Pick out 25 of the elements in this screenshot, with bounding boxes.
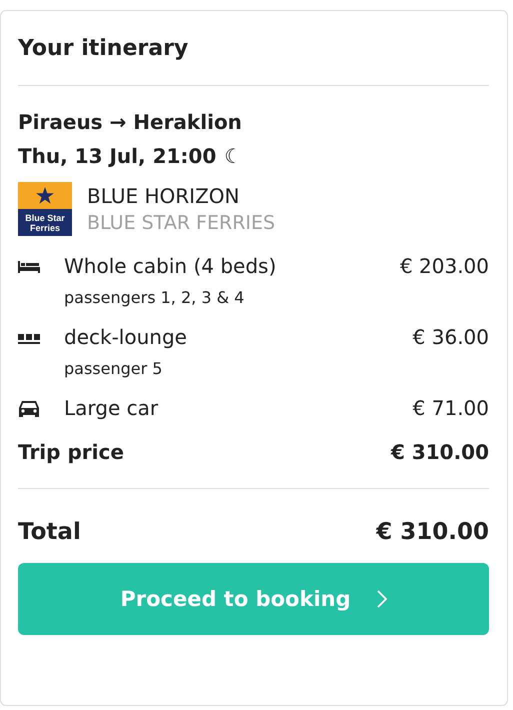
item-label: Whole cabin (4 beds) <box>64 254 278 278</box>
item-price: € 203.00 <box>400 254 489 278</box>
item-label: deck-lounge <box>64 325 188 349</box>
card-title: Your itinerary <box>18 34 190 62</box>
proceed-button[interactable]: Proceed to booking <box>18 563 489 635</box>
trip-price-value: € 310.00 <box>390 440 489 464</box>
total-value: € 310.00 <box>376 519 489 545</box>
item-price: € 36.00 <box>412 325 489 349</box>
operator-name: BLUE STAR FERRIES <box>87 212 276 234</box>
departure-text: Thu, 13 Jul, 21:00 <box>18 144 216 168</box>
passenger-text: passengers 1, 2, 3 & 4 <box>64 288 246 307</box>
logo-text: Blue Star Ferries <box>18 209 72 236</box>
seats-icon <box>18 334 40 344</box>
route-text: Piraeus → Heraklion <box>18 110 243 134</box>
star-icon <box>36 187 54 204</box>
trip-price-label: Trip price <box>18 440 124 464</box>
car-icon <box>18 400 40 418</box>
chevron-right-icon <box>376 590 387 608</box>
bed-icon <box>18 261 40 273</box>
item-label: Large car <box>64 396 160 420</box>
total-label: Total <box>18 519 81 545</box>
moon-icon: ☾ <box>224 144 242 168</box>
item-price: € 71.00 <box>412 396 489 420</box>
vessel-name: BLUE HORIZON <box>87 184 240 208</box>
passenger-text: passenger 5 <box>64 359 164 378</box>
